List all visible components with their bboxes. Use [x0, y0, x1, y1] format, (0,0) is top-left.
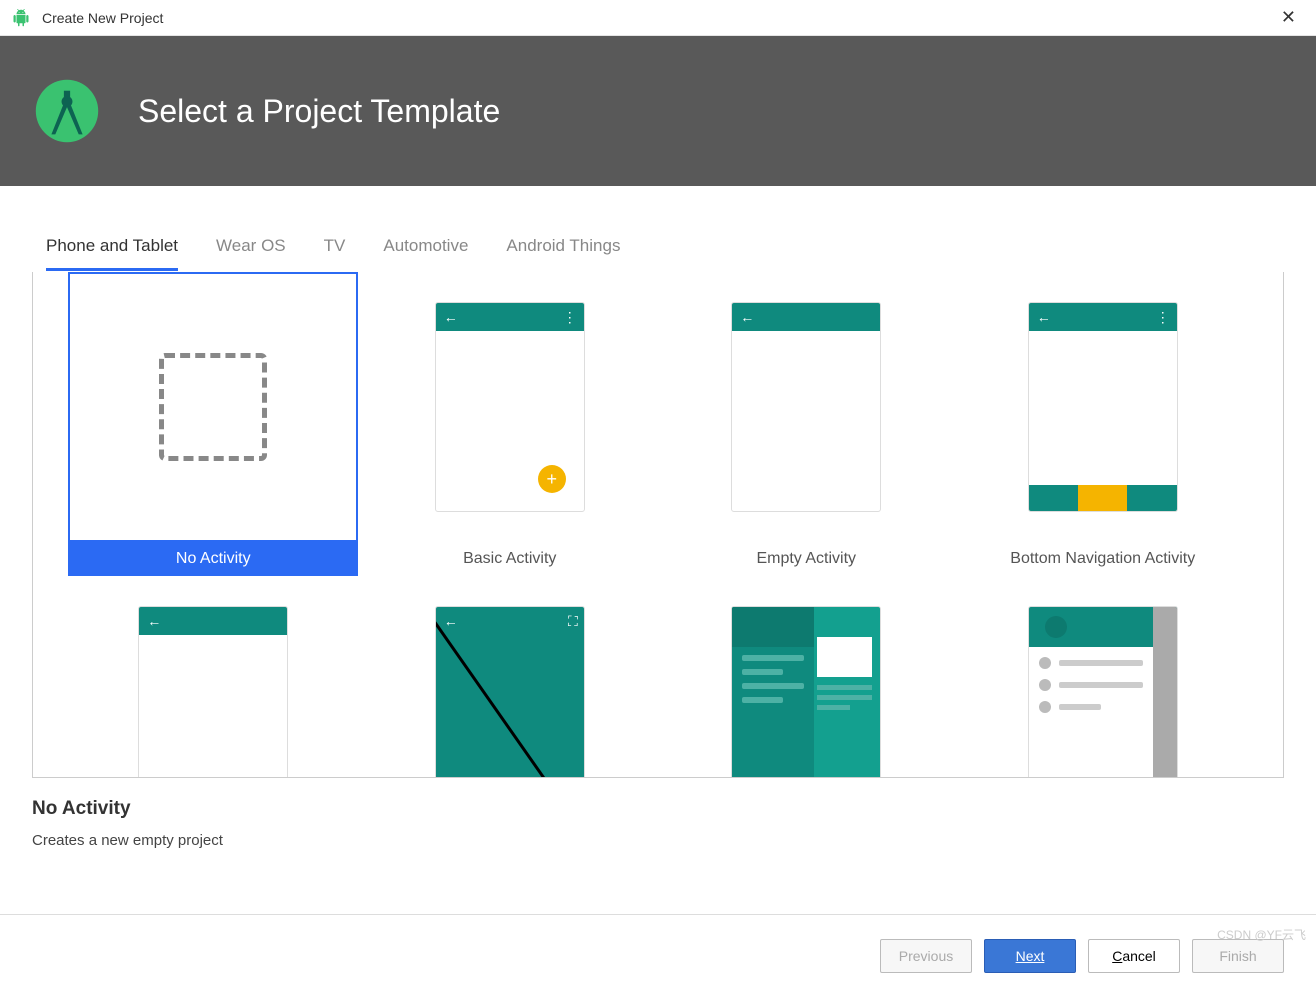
android-logo-icon: [12, 9, 30, 27]
header-banner: Select a Project Template: [0, 36, 1316, 186]
template-bottom-nav-activity[interactable]: ←⋮ Bottom Navigation Activity: [955, 272, 1252, 576]
template-fullscreen-activity[interactable]: ←⛶: [362, 576, 659, 778]
tab-automotive[interactable]: Automotive: [383, 236, 468, 271]
template-thumbnail: ⋮: [958, 576, 1248, 778]
window-title: Create New Project: [42, 10, 1273, 26]
back-arrow-icon: ←: [444, 309, 458, 325]
fab-icon: +: [538, 465, 566, 493]
selection-title: No Activity: [32, 798, 1284, 820]
back-arrow-icon: ←: [444, 613, 458, 629]
fullscreen-icon: ⛶: [568, 613, 578, 630]
close-icon[interactable]: ✕: [1273, 7, 1304, 28]
footer-buttons: Previous Next Cancel Finish: [0, 914, 1316, 997]
template-no-activity[interactable]: No Activity: [65, 272, 362, 576]
template-thumbnail: ←⛶: [365, 576, 655, 778]
dashed-square-icon: [159, 353, 267, 461]
previous-button: Previous: [880, 939, 972, 973]
cancel-button[interactable]: Cancel: [1088, 939, 1180, 973]
bottom-nav-icon: [1029, 485, 1177, 511]
more-icon: ⋮: [563, 309, 576, 326]
drawer-icon: [732, 607, 813, 778]
template-list-activity[interactable]: ⋮: [955, 576, 1252, 778]
template-basic-activity[interactable]: ← ⋮ + Basic Activity: [362, 272, 659, 576]
template-label: Empty Activity: [661, 542, 951, 576]
back-arrow-icon: ←: [740, 309, 754, 325]
page-title: Select a Project Template: [138, 93, 500, 130]
template-thumbnail: [68, 272, 358, 542]
template-grid: No Activity ←⋮ + Basic Activity ← Empty …: [65, 272, 1251, 778]
android-studio-icon: [28, 72, 106, 150]
template-card[interactable]: ←: [65, 576, 362, 778]
tab-tv[interactable]: TV: [324, 236, 346, 271]
avatar-icon: [1045, 616, 1067, 638]
template-empty-activity[interactable]: ← Empty Activity: [658, 272, 955, 576]
back-arrow-icon: ←: [147, 613, 161, 629]
template-thumbnail: ←: [661, 272, 951, 542]
tab-android-things[interactable]: Android Things: [506, 236, 620, 271]
template-label: No Activity: [68, 542, 358, 576]
more-icon: ⋮: [1156, 309, 1169, 326]
back-arrow-icon: ←: [1037, 309, 1051, 325]
template-thumbnail: [661, 576, 951, 778]
template-label: Bottom Navigation Activity: [958, 542, 1248, 576]
titlebar: Create New Project ✕: [0, 0, 1316, 36]
next-button[interactable]: Next: [984, 939, 1076, 973]
template-drawer-activity[interactable]: [658, 576, 955, 778]
template-thumbnail: ← ⋮ +: [365, 272, 655, 542]
template-thumbnail: ←: [68, 576, 358, 778]
tab-phone-tablet[interactable]: Phone and Tablet: [46, 236, 178, 271]
finish-button: Finish: [1192, 939, 1284, 973]
tabs: Phone and Tablet Wear OS TV Automotive A…: [0, 186, 1316, 272]
template-grid-container[interactable]: No Activity ←⋮ + Basic Activity ← Empty …: [32, 272, 1284, 778]
watermark: CSDN @YF云飞: [1217, 926, 1306, 943]
selection-description: Creates a new empty project: [32, 832, 1284, 849]
tab-wear-os[interactable]: Wear OS: [216, 236, 286, 271]
selection-info: No Activity Creates a new empty project: [0, 778, 1316, 865]
template-thumbnail: ←⋮: [958, 272, 1248, 542]
template-label: Basic Activity: [365, 542, 655, 576]
